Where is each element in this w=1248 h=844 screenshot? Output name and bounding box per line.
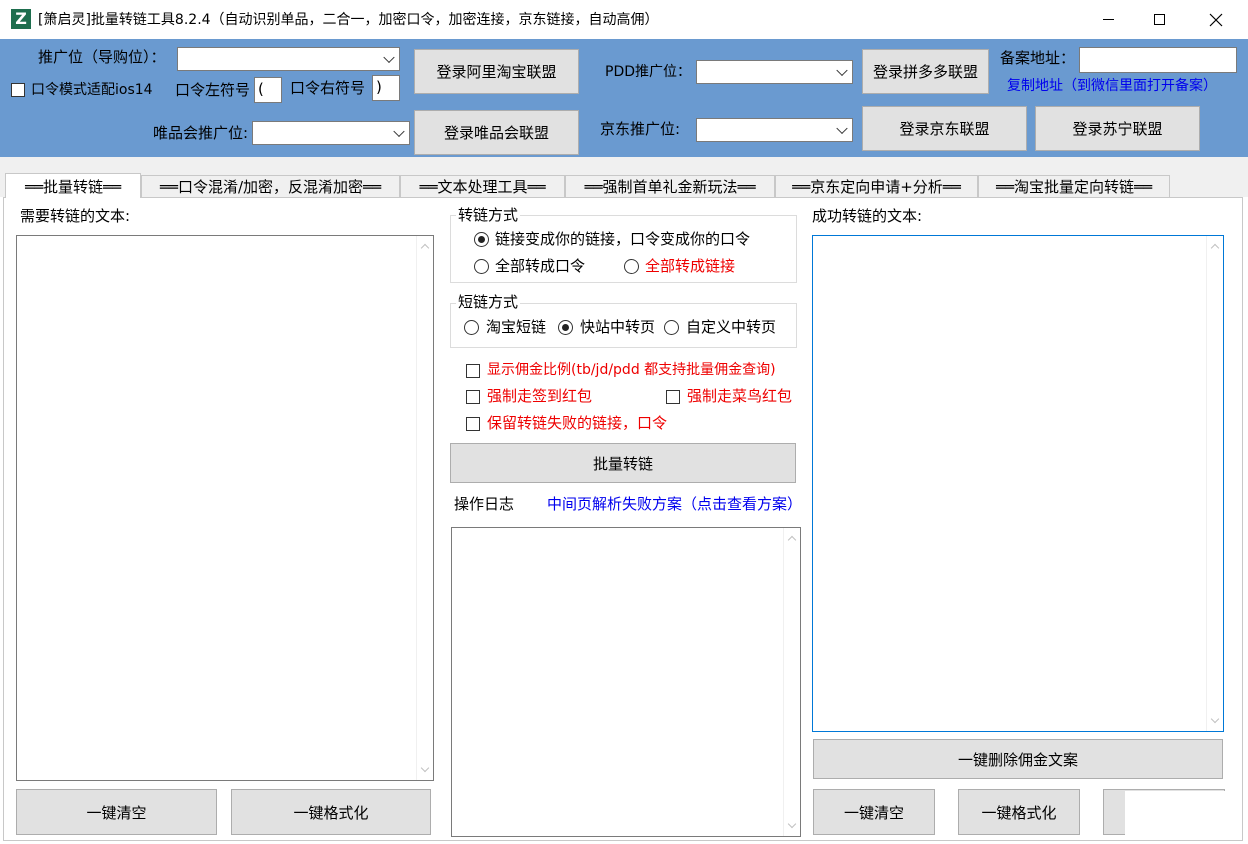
chevron-down-icon bbox=[836, 64, 848, 77]
convert-option-keep-radio[interactable] bbox=[474, 232, 489, 247]
login-suning-button[interactable]: 登录苏宁联盟 bbox=[1035, 106, 1200, 151]
beian-input[interactable] bbox=[1079, 47, 1237, 73]
output-textarea[interactable] bbox=[812, 235, 1224, 732]
scroll-up-icon bbox=[1210, 243, 1220, 253]
short-kuaizhan-label: 快站中转页 bbox=[580, 318, 656, 336]
copy-address-link[interactable]: 复制地址（到微信里面打开备案） bbox=[1007, 76, 1217, 96]
jd-select[interactable] bbox=[696, 118, 853, 142]
convert-option-command-label: 全部转成口令 bbox=[495, 257, 586, 275]
chevron-down-icon bbox=[393, 125, 405, 138]
scroll-down-icon bbox=[420, 763, 430, 773]
left-format-button[interactable]: 一键格式化 bbox=[231, 789, 431, 835]
short-kuaizhan-radio[interactable] bbox=[558, 320, 573, 335]
show-commission-label: 显示佣金比例(tb/jd/pdd 都支持批量佣金查询) bbox=[487, 362, 776, 378]
vip-label: 唯品会推广位: bbox=[153, 124, 249, 142]
convert-option-command-radio[interactable] bbox=[474, 259, 489, 274]
beian-label: 备案地址： bbox=[1000, 49, 1076, 67]
scroll-up-icon bbox=[787, 535, 797, 545]
close-button[interactable] bbox=[1190, 0, 1242, 39]
force-cainiao-checkbox[interactable] bbox=[666, 390, 680, 404]
tab-command-obfuscate[interactable]: ══口令混淆/加密，反混淆加密══ bbox=[141, 175, 400, 197]
convert-option-link-radio[interactable] bbox=[624, 259, 639, 274]
convert-option-link-label: 全部转成链接 bbox=[645, 257, 736, 275]
minimize-icon bbox=[1102, 19, 1114, 20]
input-text-label: 需要转链的文本: bbox=[20, 207, 131, 225]
title-bar: Z [箫启灵]批量转链工具8.2.4（自动识别单品，二合一，加密口令，加密连接，… bbox=[0, 0, 1248, 39]
tab-jd-directed[interactable]: ══京东定向申请+分析══ bbox=[775, 175, 978, 197]
right-clear-button[interactable]: 一键清空 bbox=[813, 789, 935, 835]
keep-failed-checkbox[interactable] bbox=[466, 417, 480, 431]
keep-failed-label: 保留转链失败的链接，口令 bbox=[487, 414, 668, 432]
pdd-select[interactable] bbox=[696, 60, 853, 84]
short-custom-radio[interactable] bbox=[664, 320, 679, 335]
force-signin-checkbox[interactable] bbox=[466, 390, 480, 404]
right-symbol-label: 口令右符号 bbox=[290, 79, 366, 97]
left-symbol-input[interactable]: ( bbox=[254, 77, 282, 103]
maximize-button[interactable] bbox=[1136, 0, 1182, 39]
left-symbol-label: 口令左符号 bbox=[175, 81, 251, 99]
vip-select[interactable] bbox=[252, 121, 410, 145]
force-signin-label: 强制走签到红包 bbox=[487, 387, 593, 405]
log-textarea[interactable] bbox=[451, 527, 801, 837]
short-link-title: 短链方式 bbox=[456, 292, 521, 312]
chevron-down-icon bbox=[383, 51, 395, 64]
tuiguang-select[interactable] bbox=[177, 47, 400, 71]
minimize-button[interactable] bbox=[1080, 0, 1136, 39]
ios14-label: 口令模式适配ios14 bbox=[31, 82, 153, 98]
login-pdd-button[interactable]: 登录拼多多联盟 bbox=[862, 49, 989, 94]
maximize-icon bbox=[1153, 14, 1165, 25]
convert-option-keep-label: 链接变成你的链接，口令变成你的口令 bbox=[495, 230, 751, 248]
short-taobao-radio[interactable] bbox=[464, 320, 479, 335]
right-format-button[interactable]: 一键格式化 bbox=[958, 789, 1080, 835]
tab-first-order-gift[interactable]: ══强制首单礼金新玩法══ bbox=[565, 175, 775, 197]
log-scrollbar[interactable] bbox=[783, 528, 800, 836]
force-cainiao-label: 强制走菜鸟红包 bbox=[687, 387, 793, 405]
app-icon: Z bbox=[11, 9, 31, 29]
scroll-up-icon bbox=[420, 243, 430, 253]
tuiguang-label: 推广位（导购位）： bbox=[38, 48, 166, 66]
tab-batch-convert[interactable]: ══批量转链══ bbox=[5, 173, 141, 198]
login-jd-button[interactable]: 登录京东联盟 bbox=[862, 106, 1027, 151]
left-clear-button[interactable]: 一键清空 bbox=[16, 789, 217, 835]
tab-taobao-directed[interactable]: ══淘宝批量定向转链══ bbox=[978, 175, 1170, 197]
jd-label: 京东推广位: bbox=[600, 120, 681, 138]
input-textarea[interactable] bbox=[16, 235, 434, 781]
output-text-label: 成功转链的文本: bbox=[812, 207, 923, 225]
show-commission-checkbox[interactable] bbox=[466, 364, 480, 378]
scroll-down-icon bbox=[787, 819, 797, 829]
input-scrollbar[interactable] bbox=[416, 236, 433, 780]
ios14-checkbox[interactable] bbox=[11, 83, 25, 97]
tab-text-tools[interactable]: ══文本处理工具══ bbox=[400, 175, 565, 197]
batch-convert-button[interactable]: 批量转链 bbox=[450, 443, 796, 483]
right-symbol-input[interactable]: ) bbox=[372, 75, 400, 101]
login-vip-button[interactable]: 登录唯品会联盟 bbox=[414, 110, 579, 155]
short-taobao-label: 淘宝短链 bbox=[486, 318, 547, 336]
log-solution-link[interactable]: 中间页解析失败方案（点击查看方案） bbox=[547, 494, 802, 514]
window-title: [箫启灵]批量转链工具8.2.4（自动识别单品，二合一，加密口令，加密连接，京东… bbox=[38, 12, 659, 28]
delete-commission-button[interactable]: 一键删除佣金文案 bbox=[813, 739, 1223, 779]
scroll-down-icon bbox=[1210, 714, 1220, 724]
pdd-label: PDD推广位： bbox=[605, 64, 692, 80]
close-icon bbox=[1209, 13, 1223, 26]
login-taobao-button[interactable]: 登录阿里淘宝联盟 bbox=[414, 49, 579, 94]
chevron-down-icon bbox=[836, 122, 848, 135]
convert-mode-title: 转链方式 bbox=[456, 205, 521, 225]
config-panel: 推广位（导购位）： 口令模式适配ios14 口令左符号 ( 口令右符号 ) 登录… bbox=[0, 39, 1248, 157]
output-scrollbar[interactable] bbox=[1206, 236, 1223, 731]
button-overlay bbox=[1125, 791, 1225, 839]
short-custom-label: 自定义中转页 bbox=[686, 318, 777, 336]
log-label: 操作日志 bbox=[454, 495, 515, 513]
